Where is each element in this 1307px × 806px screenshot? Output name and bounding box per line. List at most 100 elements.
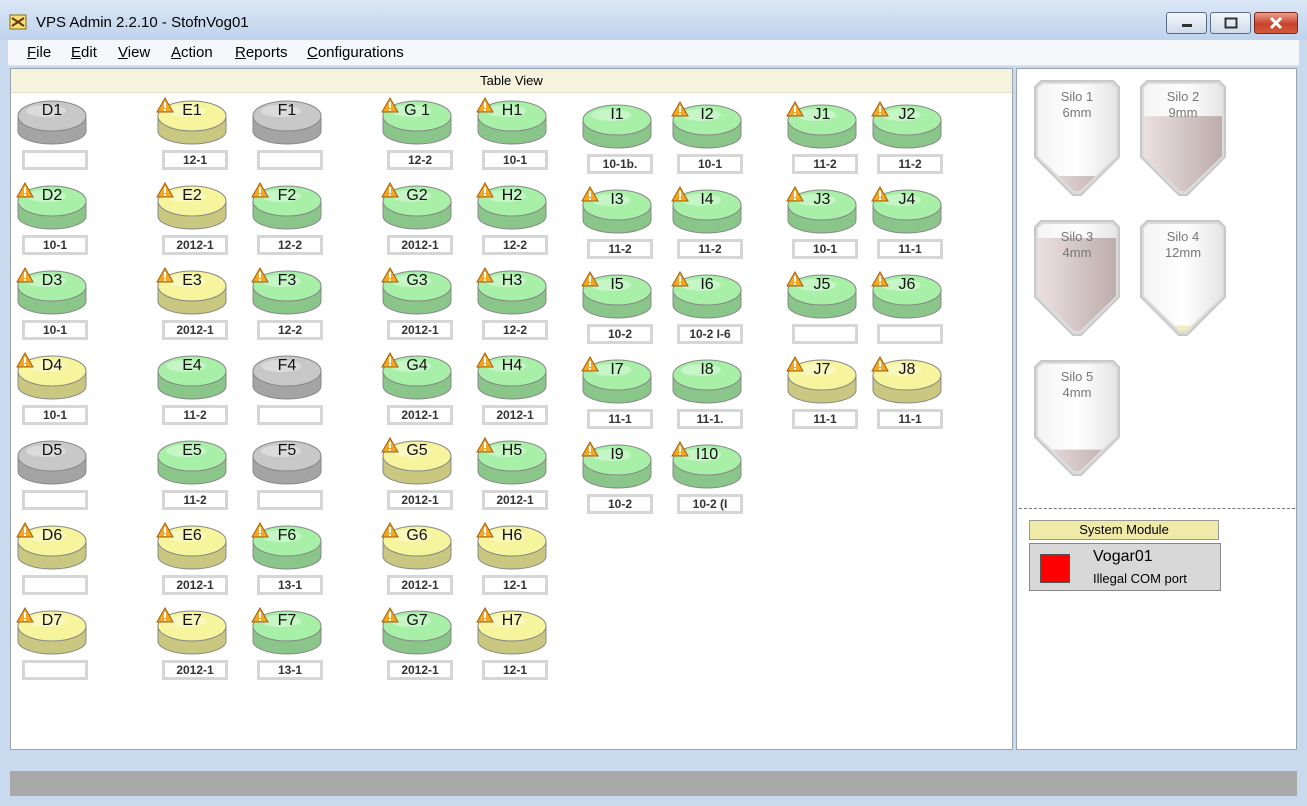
table-i7[interactable]: I7 11-1	[581, 356, 671, 434]
table-f6[interactable]: F6 13-1	[251, 522, 341, 600]
table-name: E7	[182, 612, 202, 629]
menu-file[interactable]: File	[27, 44, 51, 61]
table-e1[interactable]: E1 12-1	[156, 97, 246, 175]
table-i1[interactable]: I1 10-1b.	[581, 101, 671, 179]
table-g1[interactable]: G 1 12-2	[381, 97, 471, 175]
table-d6[interactable]: D6	[16, 522, 106, 600]
maximize-button[interactable]	[1210, 12, 1251, 34]
table-e2[interactable]: E2 2012-1	[156, 182, 246, 260]
table-i6[interactable]: I6 10-2 I-6	[671, 271, 761, 349]
table-i8[interactable]: I8 11-1.	[671, 356, 761, 434]
table-g5[interactable]: G5 2012-1	[381, 437, 471, 515]
menu-edit[interactable]: Edit	[71, 44, 97, 61]
table-j1[interactable]: J1 11-2	[786, 101, 876, 179]
table-order-label: 10-1	[482, 150, 548, 170]
menu-configurations[interactable]: Configurations	[307, 44, 404, 61]
table-name: I2	[700, 106, 714, 123]
table-g4[interactable]: G4 2012-1	[381, 352, 471, 430]
table-order-label: 12-1	[162, 150, 228, 170]
table-e5[interactable]: E5 11-2	[156, 437, 246, 515]
table-d4[interactable]: D4 10-1	[16, 352, 106, 430]
table-h5[interactable]: H5 2012-1	[476, 437, 566, 515]
table-name: J8	[898, 361, 916, 378]
table-name: J1	[813, 106, 831, 123]
menu-reports[interactable]: Reports	[235, 44, 288, 61]
menu-view[interactable]: View	[118, 44, 150, 61]
table-d5[interactable]: D5	[16, 437, 106, 515]
table-j3[interactable]: J3 10-1	[786, 186, 876, 264]
table-name: F6	[277, 527, 297, 544]
silo-name: Silo 2	[1166, 89, 1200, 104]
table-j6[interactable]: J6	[871, 271, 961, 349]
table-d3[interactable]: D3 10-1	[16, 267, 106, 345]
table-d7[interactable]: D7	[16, 607, 106, 685]
table-g2[interactable]: G2 2012-1	[381, 182, 471, 260]
table-order-label: 13-1	[257, 660, 323, 680]
table-f3[interactable]: F3 12-2	[251, 267, 341, 345]
table-h7[interactable]: H7 12-1	[476, 607, 566, 685]
table-e4[interactable]: E4 11-2	[156, 352, 246, 430]
silo-name: Silo 3	[1060, 229, 1094, 244]
table-j5[interactable]: J5	[786, 271, 876, 349]
table-h4[interactable]: H4 2012-1	[476, 352, 566, 430]
table-name: I4	[700, 191, 714, 208]
table-order-label: 2012-1	[387, 405, 453, 425]
table-g6[interactable]: G6 2012-1	[381, 522, 471, 600]
table-name: H7	[501, 612, 523, 629]
silo-1[interactable]: Silo 1 6mm	[1029, 79, 1125, 201]
title-bar[interactable]: VPS Admin 2.2.10 - StofnVog01	[0, 0, 1307, 40]
silo-3[interactable]: Silo 3 4mm	[1029, 219, 1125, 341]
table-j8[interactable]: J8 11-1	[871, 356, 961, 434]
silo-5[interactable]: Silo 5 4mm	[1029, 359, 1125, 481]
table-name: D1	[41, 102, 63, 119]
table-i4[interactable]: I4 11-2	[671, 186, 761, 264]
system-module-box[interactable]: Vogar01 Illegal COM port	[1029, 543, 1221, 591]
table-g3[interactable]: G3 2012-1	[381, 267, 471, 345]
table-name: E1	[182, 102, 202, 119]
table-f2[interactable]: F2 12-2	[251, 182, 341, 260]
table-f5[interactable]: F5	[251, 437, 341, 515]
minimize-icon	[1181, 24, 1192, 27]
table-view-panel: Table View D1 D2 10-1 D3 10-1 D4 10-1 D5 D6 D7 E1 1…	[10, 68, 1013, 750]
close-button[interactable]	[1254, 12, 1298, 34]
table-d1[interactable]: D1	[16, 97, 106, 175]
table-order-label: 12-2	[482, 320, 548, 340]
table-h3[interactable]: H3 12-2	[476, 267, 566, 345]
table-j2[interactable]: J2 11-2	[871, 101, 961, 179]
table-order-label	[257, 405, 323, 425]
table-i9[interactable]: I9 10-2	[581, 441, 671, 519]
table-order-label	[877, 324, 943, 344]
table-order-label: 11-1	[792, 409, 858, 429]
silo-name: Silo 5	[1060, 369, 1094, 384]
table-name: G2	[406, 187, 428, 204]
table-e3[interactable]: E3 2012-1	[156, 267, 246, 345]
table-order-label: 10-1	[22, 320, 88, 340]
table-order-label: 2012-1	[482, 490, 548, 510]
table-i5[interactable]: I5 10-2	[581, 271, 671, 349]
table-i10[interactable]: I10 10-2 (I	[671, 441, 761, 519]
menu-action[interactable]: Action	[171, 44, 213, 61]
table-g7[interactable]: G7 2012-1	[381, 607, 471, 685]
table-f7[interactable]: F7 13-1	[251, 607, 341, 685]
table-h6[interactable]: H6 12-1	[476, 522, 566, 600]
table-order-label: 11-2	[162, 405, 228, 425]
silo-2[interactable]: Silo 2 9mm	[1135, 79, 1231, 201]
table-e7[interactable]: E7 2012-1	[156, 607, 246, 685]
table-f1[interactable]: F1	[251, 97, 341, 175]
table-name: H5	[501, 442, 523, 459]
table-f4[interactable]: F4	[251, 352, 341, 430]
table-j4[interactable]: J4 11-1	[871, 186, 961, 264]
table-d2[interactable]: D2 10-1	[16, 182, 106, 260]
minimize-button[interactable]	[1166, 12, 1207, 34]
table-order-label: 12-2	[482, 235, 548, 255]
table-name: I1	[610, 106, 624, 123]
table-i2[interactable]: I2 10-1	[671, 101, 761, 179]
table-h2[interactable]: H2 12-2	[476, 182, 566, 260]
silo-4[interactable]: Silo 4 12mm	[1135, 219, 1231, 341]
table-j7[interactable]: J7 11-1	[786, 356, 876, 434]
table-name: J2	[898, 106, 916, 123]
table-order-label: 10-1b.	[587, 154, 653, 174]
table-e6[interactable]: E6 2012-1	[156, 522, 246, 600]
table-i3[interactable]: I3 11-2	[581, 186, 671, 264]
table-h1[interactable]: H1 10-1	[476, 97, 566, 175]
